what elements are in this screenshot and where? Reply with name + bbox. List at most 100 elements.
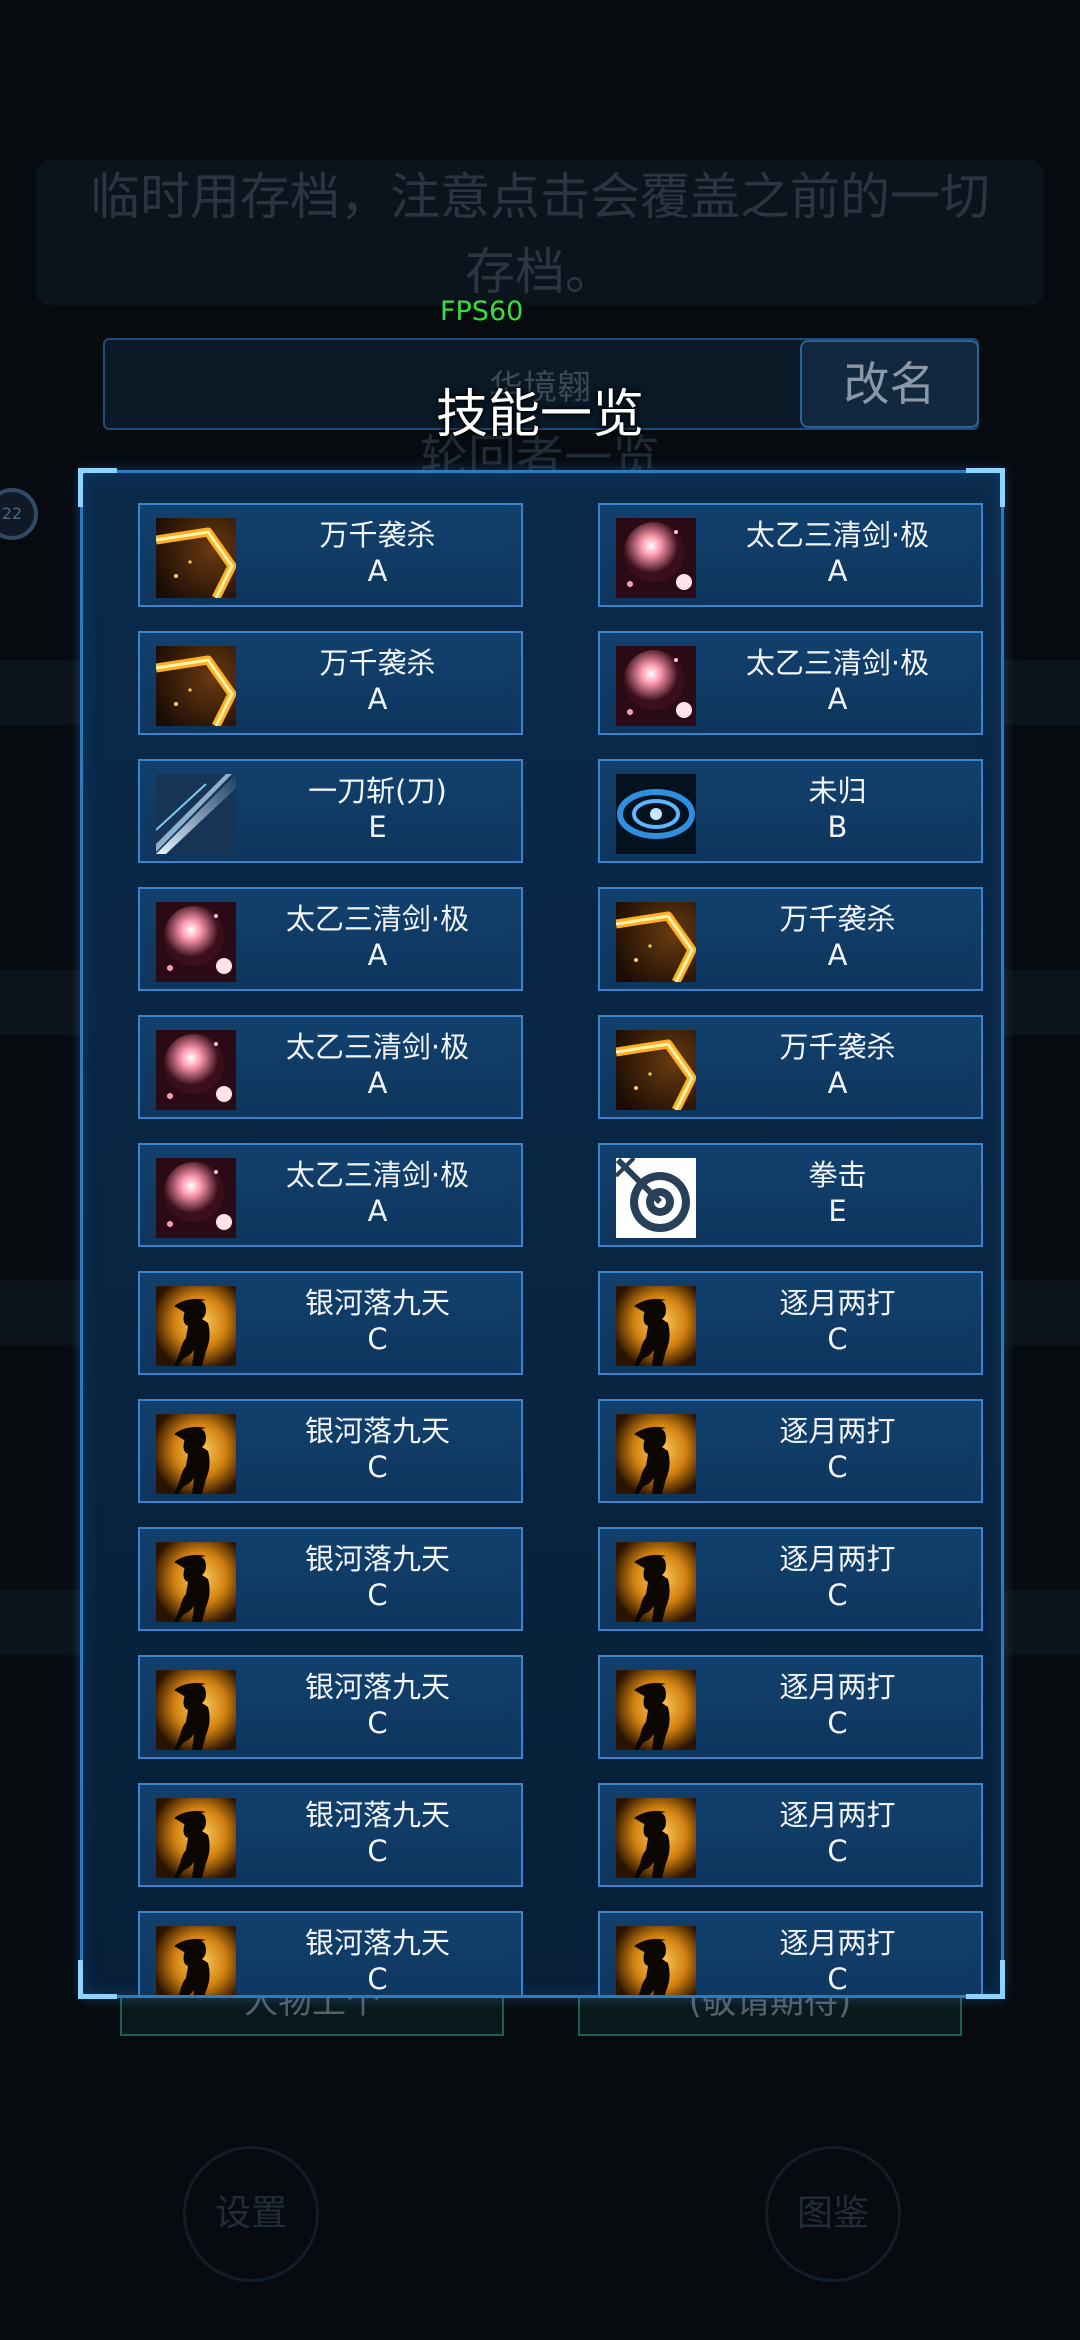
skill-name: 未归 [808,774,867,808]
skill-text: 太乙三清剑·极 A [240,901,515,973]
silhouette-warrior-icon [616,1670,696,1750]
skill-card[interactable]: 太乙三清剑·极 A [138,887,523,991]
skill-card[interactable]: 未归 B [598,759,983,863]
silhouette-warrior-icon [616,1798,696,1878]
skill-text: 逐月两打 C [700,1797,975,1869]
skill-name: 太乙三清剑·极 [745,646,930,680]
skill-name: 逐月两打 [779,1670,896,1704]
pink-orb-icon [156,1158,236,1238]
skill-card[interactable]: 逐月两打 C [598,1527,983,1631]
skill-text: 逐月两打 C [700,1541,975,1613]
skill-grade: A [367,938,388,972]
skill-name: 银河落九天 [304,1414,450,1448]
skill-text: 逐月两打 C [700,1925,975,1995]
skill-grade: C [367,1322,388,1356]
skill-name: 太乙三清剑·极 [745,518,930,552]
skill-card[interactable]: 太乙三清剑·极 A [138,1015,523,1119]
skill-grade: A [367,1194,388,1228]
skill-name: 太乙三清剑·极 [285,1030,470,1064]
skill-text: 银河落九天 C [240,1669,515,1741]
save-notice-line-1: 临时用存档，注意点击会覆盖之前的一切 [90,168,990,226]
silhouette-warrior-icon [616,1926,696,1995]
skill-card[interactable]: 逐月两打 C [598,1655,983,1759]
skill-card[interactable]: 银河落九天 C [138,1911,523,1995]
pink-orb-icon [156,902,236,982]
skill-name: 太乙三清剑·极 [285,902,470,936]
skill-name: 逐月两打 [779,1414,896,1448]
skill-name: 逐月两打 [779,1798,896,1832]
skill-grade: C [827,1834,848,1868]
skill-overview-title: 技能一览 [435,385,644,445]
skill-text: 未归 B [700,773,975,845]
golden-slash-icon [156,518,236,598]
skill-grade: A [827,682,848,716]
skill-card[interactable]: 逐月两打 C [598,1783,983,1887]
skill-text: 太乙三清剑·极 A [240,1157,515,1229]
skill-name: 银河落九天 [304,1926,450,1960]
skill-text: 银河落九天 C [240,1413,515,1485]
skill-grade: A [367,554,388,588]
skill-name: 万千袭杀 [779,1030,896,1064]
save-notice-line-2: 存档。 [465,243,615,301]
silhouette-warrior-icon [156,1670,236,1750]
skill-name: 万千袭杀 [779,902,896,936]
skill-card[interactable]: 万千袭杀 A [598,887,983,991]
skill-grade: C [827,1450,848,1484]
silhouette-warrior-icon [156,1926,236,1995]
skill-card[interactable]: 万千袭杀 A [598,1015,983,1119]
frame-corner [78,468,117,507]
silhouette-warrior-icon [616,1542,696,1622]
skill-text: 逐月两打 C [700,1413,975,1485]
frame-corner [966,1960,1005,1999]
skill-name: 银河落九天 [304,1542,450,1576]
blue-vortex-icon [616,774,696,854]
skill-card[interactable]: 银河落九天 C [138,1783,523,1887]
skill-card[interactable]: 一刀斩(刀) E [138,759,523,863]
skill-card[interactable]: 太乙三清剑·极 A [598,503,983,607]
skill-card[interactable]: 拳击 E [598,1143,983,1247]
skill-name: 逐月两打 [779,1542,896,1576]
skill-name: 逐月两打 [779,1926,896,1960]
skill-card[interactable]: 万千袭杀 A [138,503,523,607]
skill-card[interactable]: 万千袭杀 A [138,631,523,735]
skill-text: 万千袭杀 A [240,645,515,717]
skill-card[interactable]: 太乙三清剑·极 A [598,631,983,735]
skill-text: 银河落九天 C [240,1797,515,1869]
skill-name: 逐月两打 [779,1286,896,1320]
skill-text: 万千袭杀 A [700,1029,975,1101]
skill-text: 银河落九天 C [240,1285,515,1357]
skill-card[interactable]: 银河落九天 C [138,1527,523,1631]
skill-card[interactable]: 银河落九天 C [138,1271,523,1375]
silhouette-warrior-icon [156,1798,236,1878]
skill-grid: 万千袭杀 A 太乙三清剑·极 A 万千袭杀 A 太乙三清剑·极 A 一刀斩(刀) E 未归 B 太乙三清… [138,503,983,1995]
skill-card[interactable]: 逐月两打 C [598,1911,983,1995]
silhouette-warrior-icon [156,1414,236,1494]
silhouette-warrior-icon [616,1414,696,1494]
skill-name: 万千袭杀 [319,518,436,552]
pink-orb-icon [616,646,696,726]
skill-name: 一刀斩(刀) [308,774,447,808]
skill-text: 逐月两打 C [700,1285,975,1357]
skill-card[interactable]: 银河落九天 C [138,1655,523,1759]
skill-name: 太乙三清剑·极 [285,1158,470,1192]
skill-grade: C [367,1706,388,1740]
pink-orb-icon [616,518,696,598]
fist-target-icon [616,1158,696,1238]
skill-card[interactable]: 逐月两打 C [598,1271,983,1375]
skill-card[interactable]: 太乙三清剑·极 A [138,1143,523,1247]
skill-text: 逐月两打 C [700,1669,975,1741]
skill-text: 太乙三清剑·极 A [240,1029,515,1101]
skill-text: 万千袭杀 A [700,901,975,973]
skill-grade: C [367,1578,388,1612]
golden-slash-icon [616,1030,696,1110]
skill-card[interactable]: 逐月两打 C [598,1399,983,1503]
skill-name: 拳击 [808,1158,867,1192]
skill-card[interactable]: 银河落九天 C [138,1399,523,1503]
skill-grade: C [367,1834,388,1868]
skill-overview-panel[interactable]: 万千袭杀 A 太乙三清剑·极 A 万千袭杀 A 太乙三清剑·极 A 一刀斩(刀) E 未归 B 太乙三清… [80,470,1004,1998]
blade-light-icon [156,774,236,854]
skill-grade: A [827,554,848,588]
skill-grade: E [368,810,387,844]
fps-counter: FPS60 [440,296,524,327]
side-badge: 22 [0,488,38,540]
